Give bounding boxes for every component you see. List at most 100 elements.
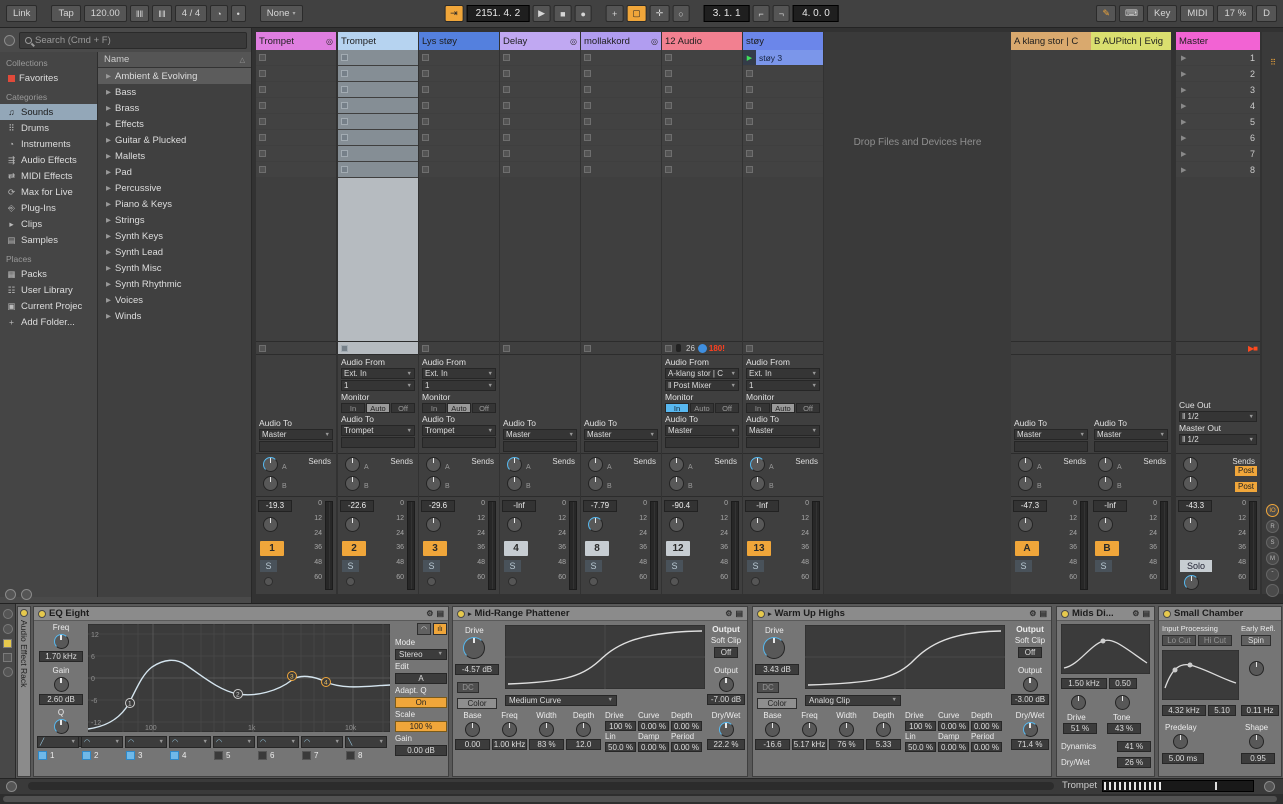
mini-value[interactable]: 100 % xyxy=(905,721,936,731)
band-filter-select[interactable]: ╱▼ xyxy=(37,736,79,748)
param-knob[interactable] xyxy=(839,722,854,737)
param-value[interactable]: 76 % xyxy=(829,739,864,750)
metronome-options-button[interactable]: • xyxy=(231,5,246,22)
solo-button[interactable]: S xyxy=(1015,560,1032,572)
empty-slot-area[interactable] xyxy=(743,178,823,341)
solo-button[interactable]: S xyxy=(666,560,683,572)
audio-to-select[interactable]: Master▼ xyxy=(665,425,739,436)
mini-value[interactable]: 0.00 % xyxy=(971,742,1002,752)
sidebar-place[interactable]: +Add Folder... xyxy=(0,314,97,330)
clip-slot[interactable] xyxy=(500,114,580,129)
output-value[interactable]: -7.00 dB xyxy=(707,694,745,705)
send-a-knob[interactable] xyxy=(507,457,522,472)
sidebar-category[interactable]: ⟳Max for Live xyxy=(0,184,97,200)
browser-item[interactable]: ▶Guitar & Plucked xyxy=(98,132,251,148)
scene-play-icon[interactable]: ▶ xyxy=(1181,118,1186,126)
device-audio-effect-rack-collapsed[interactable]: Audio Effect Rack xyxy=(17,606,31,777)
name-column-header[interactable]: Name△ xyxy=(98,52,251,68)
monitor-in[interactable]: In xyxy=(422,403,446,413)
empty-slot-area[interactable] xyxy=(581,178,661,341)
drive-value[interactable]: 3.43 dB xyxy=(755,664,799,675)
clip-slot[interactable] xyxy=(743,114,823,129)
freq-value[interactable]: 4.32 kHz xyxy=(1162,705,1206,716)
send-b-knob[interactable] xyxy=(345,476,360,491)
browser-item[interactable]: ▶Piano & Keys xyxy=(98,196,251,212)
browser-item[interactable]: ▶Bass xyxy=(98,84,251,100)
spin-rate-value[interactable]: 0.11 Hz xyxy=(1241,705,1279,716)
loop-length-field[interactable]: 4. 0. 0 xyxy=(793,5,839,22)
arm-button[interactable] xyxy=(589,577,598,586)
clip-slot[interactable] xyxy=(662,162,742,177)
output-knob[interactable] xyxy=(719,677,734,692)
param-knob[interactable] xyxy=(576,722,591,737)
color-button[interactable]: Color xyxy=(457,698,497,709)
band-checkbox[interactable] xyxy=(214,751,223,760)
param-knob[interactable] xyxy=(765,722,780,737)
param-knob[interactable] xyxy=(539,722,554,737)
q-value[interactable]: 0.50 xyxy=(1109,678,1137,689)
lo-cut-button[interactable]: Lo Cut xyxy=(1162,635,1196,646)
device-title-bar[interactable]: Mids Di... ⚙▤ xyxy=(1057,607,1154,621)
track-header[interactable]: B AUPitch | Evig xyxy=(1091,32,1171,50)
clip-slot[interactable] xyxy=(338,98,418,113)
audio-from-select[interactable]: Ext. In▼ xyxy=(341,368,415,379)
clip-slot[interactable] xyxy=(338,82,418,97)
volume-field[interactable]: -29.6 xyxy=(421,500,455,512)
save-icon[interactable]: ▤ xyxy=(1039,609,1047,618)
pan-knob[interactable] xyxy=(750,517,765,532)
audio-to-select[interactable]: Master▼ xyxy=(584,429,658,440)
send-b-knob[interactable] xyxy=(1183,476,1198,491)
empty-slot-area[interactable] xyxy=(1011,50,1091,341)
volume-field[interactable]: -43.3 xyxy=(1178,500,1212,512)
device-activator[interactable] xyxy=(20,609,28,617)
browser-item[interactable]: ▶Strings xyxy=(98,212,251,228)
band-filter-select[interactable]: ◠▼ xyxy=(125,736,167,748)
volume-field[interactable]: -Inf xyxy=(1093,500,1127,512)
stop-row[interactable] xyxy=(1011,341,1091,355)
monitor-in[interactable]: In xyxy=(665,403,689,413)
band-filter-select[interactable]: ╲▼ xyxy=(345,736,387,748)
gain-value[interactable]: 2.60 dB xyxy=(39,694,83,705)
clip-slot[interactable] xyxy=(256,146,336,161)
shape-value[interactable]: 0.95 xyxy=(1241,753,1275,764)
device-fold-icon[interactable]: ▸ xyxy=(768,610,772,618)
wrench-icon[interactable]: ⚙ xyxy=(1132,609,1139,618)
tone-value[interactable]: 43 % xyxy=(1107,723,1141,734)
wrench-icon[interactable]: ⚙ xyxy=(725,609,732,618)
volume-field[interactable]: -19.3 xyxy=(258,500,292,512)
audio-to-sub-select[interactable] xyxy=(503,441,577,452)
pan-knob[interactable] xyxy=(1098,517,1113,532)
browser-item[interactable]: ▶Voices xyxy=(98,292,251,308)
stop-all-clips-button[interactable]: ▶■ xyxy=(1248,344,1257,353)
drive-value[interactable]: -4.57 dB xyxy=(455,664,499,675)
device-panel-circle-1[interactable] xyxy=(3,609,13,619)
mini-value[interactable]: 0.00 % xyxy=(671,721,702,731)
clip-slot[interactable] xyxy=(338,114,418,129)
device-panel-square-active[interactable] xyxy=(3,639,12,648)
clip-slot[interactable] xyxy=(662,66,742,81)
scene-play-icon[interactable]: ▶ xyxy=(1181,102,1186,110)
band-checkbox[interactable] xyxy=(170,751,179,760)
device-title-bar[interactable]: Small Chamber xyxy=(1159,607,1281,621)
predelay-value[interactable]: 5.00 ms xyxy=(1162,753,1204,764)
mode-select[interactable]: Stereo▼ xyxy=(395,649,447,660)
browser-item[interactable]: ▶Synth Lead xyxy=(98,244,251,260)
scene-row[interactable]: ▶4 xyxy=(1176,98,1260,113)
monitor-in[interactable]: In xyxy=(746,403,770,413)
soft-clip-button[interactable]: Off xyxy=(714,647,738,658)
scene-row[interactable]: ▶7 xyxy=(1176,146,1260,161)
band-filter-select[interactable]: ◠▼ xyxy=(213,736,255,748)
spin-button[interactable]: Spin xyxy=(1241,635,1271,646)
scene-play-icon[interactable]: ▶ xyxy=(1181,70,1186,78)
key-map-button[interactable]: Key xyxy=(1147,5,1177,22)
dc-button[interactable]: DC xyxy=(757,682,779,693)
scene-play-icon[interactable]: ▶ xyxy=(1181,166,1186,174)
master-out-select[interactable]: ǁ 1/2▼ xyxy=(1179,434,1257,445)
audio-to-select[interactable]: Master▼ xyxy=(503,429,577,440)
stop-row[interactable]: 26180! xyxy=(662,341,742,355)
stop-row[interactable] xyxy=(743,341,823,355)
monitor-off[interactable]: Off xyxy=(715,403,739,413)
pan-knob[interactable] xyxy=(507,517,522,532)
arm-button[interactable] xyxy=(427,577,436,586)
device-panel-circle-2[interactable] xyxy=(3,624,13,634)
